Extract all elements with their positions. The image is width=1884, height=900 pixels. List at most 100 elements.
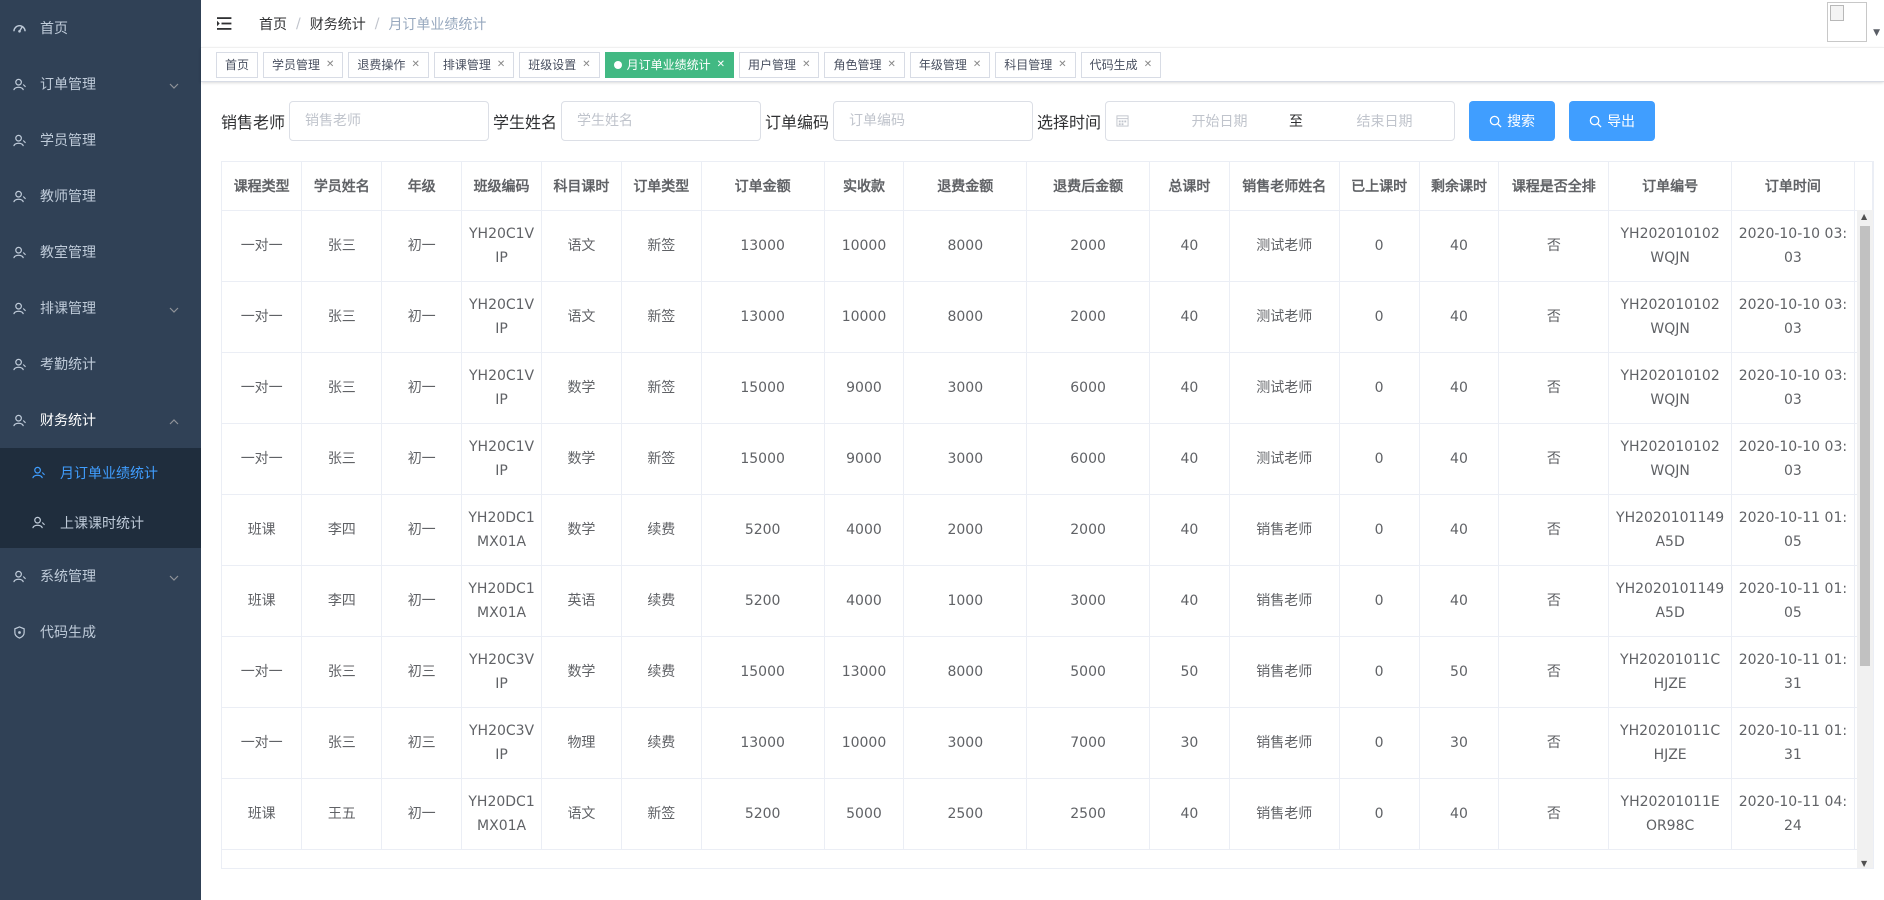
table-cell: 8000 [903, 281, 1028, 353]
close-icon[interactable]: ✕ [717, 53, 725, 77]
close-icon[interactable]: ✕ [887, 53, 895, 77]
table-cell: 2500 [903, 778, 1028, 850]
hamburger-icon[interactable] [217, 14, 237, 34]
sidebar-item-4[interactable]: 教室管理 [0, 224, 201, 280]
table-cell: 4000 [824, 565, 905, 637]
sidebar-item-7[interactable]: 财务统计 [0, 392, 201, 448]
table-cell: 40 [1149, 494, 1230, 566]
table-cell: YH20C3VIP [461, 707, 542, 779]
table-cell: YH20C1VIP [461, 423, 542, 495]
sidebar-item-6[interactable]: 考勤统计 [0, 336, 201, 392]
tag-7[interactable]: 角色管理 ✕ [824, 51, 905, 78]
table-scrollbar[interactable]: ▲ ▼ [1857, 210, 1873, 868]
breadcrumb-home[interactable]: 首页 [259, 14, 287, 34]
table-cell: 2020-10-11 01:31 [1731, 707, 1855, 779]
table-cell: 一对一 [222, 281, 303, 353]
tag-5[interactable]: 月订单业绩统计 ✕ [604, 51, 735, 78]
table-cell: 班课 [222, 778, 303, 850]
scrollbar-thumb[interactable] [1860, 226, 1870, 666]
table-cell: 测试老师 [1229, 210, 1340, 282]
tag-0[interactable]: 首页 [216, 51, 259, 78]
table-cell: 否 [1498, 352, 1610, 424]
table-cell: 9000 [824, 423, 905, 495]
table-cell: 否 [1498, 210, 1610, 282]
navbar: 首页 / 财务统计 / 月订单业绩统计 ▼ [201, 0, 1884, 48]
submenu-item-0[interactable]: 月订单业绩统计 [0, 448, 201, 498]
sidebar-item-2[interactable]: 学员管理 [0, 112, 201, 168]
table-row[interactable]: 一对一 张三 初一 YH20C1VIP 数学 新签 15000 9000 3000 6000 40 测… [222, 352, 1873, 424]
sales-teacher-label: 销售老师 [221, 113, 286, 132]
close-icon[interactable]: ✕ [973, 53, 981, 77]
table-cell: 否 [1498, 707, 1610, 779]
tag-8[interactable]: 年级管理 ✕ [909, 51, 991, 78]
table-cell: 初一 [381, 494, 463, 566]
sidebar-item-9[interactable]: 代码生成 [0, 604, 201, 660]
tag-10[interactable]: 代码生成 ✕ [1080, 51, 1162, 78]
sidebar-item-1[interactable]: 订单管理 [0, 56, 201, 112]
sidebar-item-5[interactable]: 排课管理 [0, 280, 201, 336]
date-range-picker[interactable]: 开始日期 至 结束日期 [1105, 101, 1456, 141]
column-header: 销售老师姓名 [1229, 162, 1340, 211]
breadcrumb: 首页 / 财务统计 / 月订单业绩统计 [259, 14, 486, 34]
breadcrumb-finance[interactable]: 财务统计 [310, 14, 366, 34]
table-row[interactable]: 班课 王五 初一 YH20DC1MX01A 语文 新签 5200 5000 2500 2500 40… [222, 778, 1873, 850]
close-icon[interactable]: ✕ [1058, 53, 1066, 77]
table-cell: 40 [1419, 423, 1500, 495]
table-cell: YH20201011CHJZE [1608, 707, 1732, 779]
order-performance-table: 课程类型 学员姓名 年级 班级编码 科目课时 订单类型 订单金额 实收款 退费金额 退费后金额 总课… [221, 161, 1874, 869]
tag-9[interactable]: 科目管理 ✕ [995, 51, 1076, 78]
caret-down-icon[interactable]: ▼ [1873, 28, 1880, 38]
table-row[interactable]: 一对一 张三 初一 YH20C1VIP 数学 新签 15000 9000 3000 6000 40 测… [222, 423, 1873, 495]
sidebar-item-0[interactable]: 首页 [0, 0, 201, 56]
submenu-item-1[interactable]: 上课课时统计 [0, 498, 201, 548]
tag-label: 年级管理 [918, 57, 967, 72]
table-cell: 新签 [621, 778, 702, 850]
table-row[interactable]: 班课 李四 初一 YH20DC1MX01A 英语 续费 5200 4000 1000 3000 40… [222, 565, 1873, 637]
tag-3[interactable]: 排课管理 ✕ [433, 51, 515, 78]
user-icon [12, 569, 26, 583]
table-cell: 0 [1339, 423, 1420, 495]
table-cell: 销售老师 [1229, 707, 1340, 779]
table-cell: 李四 [301, 494, 383, 566]
table-cell: 一对一 [222, 423, 303, 495]
user-menu[interactable]: ▼ [1827, 2, 1880, 42]
table-cell: 50 [1419, 636, 1500, 708]
tag-label: 首页 [225, 57, 250, 72]
table-row[interactable]: 班课 李四 初一 YH20DC1MX01A 数学 续费 5200 4000 2000 2000 40… [222, 494, 1873, 566]
table-cell: 0 [1339, 636, 1420, 708]
sidebar-item-3[interactable]: 教师管理 [0, 168, 201, 224]
sales-teacher-input[interactable] [289, 101, 490, 141]
close-icon[interactable]: ✕ [411, 53, 419, 77]
table-cell: 数学 [541, 494, 622, 566]
tag-1[interactable]: 学员管理 ✕ [263, 51, 344, 78]
tag-2[interactable]: 退费操作 ✕ [348, 51, 429, 78]
start-date-input[interactable]: 开始日期 [1160, 111, 1279, 131]
table-row[interactable]: 一对一 张三 初一 YH20C1VIP 语文 新签 13000 10000 8000 2000 40… [222, 210, 1873, 282]
end-date-input[interactable]: 结束日期 [1325, 111, 1444, 131]
close-icon[interactable]: ✕ [326, 53, 334, 77]
table-cell: 40 [1149, 565, 1230, 637]
avatar[interactable] [1827, 2, 1868, 42]
close-icon[interactable]: ✕ [497, 53, 505, 77]
tag-4[interactable]: 班级设置 ✕ [519, 51, 600, 78]
scroll-up-icon[interactable]: ▲ [1861, 212, 1867, 221]
search-button[interactable]: 搜索 [1469, 101, 1556, 141]
table-cell: 否 [1498, 636, 1610, 708]
tag-label: 用户管理 [748, 57, 797, 72]
close-icon[interactable]: ✕ [1144, 53, 1152, 77]
scroll-down-icon[interactable]: ▼ [1861, 859, 1867, 868]
table-row[interactable]: 一对一 张三 初一 YH20C1VIP 语文 新签 13000 10000 8000 2000 40… [222, 281, 1873, 353]
table-cell: 30 [1149, 707, 1230, 779]
table-row[interactable]: 一对一 张三 初三 YH20C3VIP 数学 续费 15000 13000 8000 5000 50… [222, 636, 1873, 708]
tag-6[interactable]: 用户管理 ✕ [739, 51, 820, 78]
order-code-input[interactable] [833, 101, 1034, 141]
close-icon[interactable]: ✕ [582, 53, 590, 77]
close-icon[interactable]: ✕ [802, 53, 810, 77]
sidebar-item-8[interactable]: 系统管理 [0, 548, 201, 604]
table-cell: 语文 [541, 210, 622, 282]
table-cell: YH20C1VIP [461, 352, 542, 424]
student-name-input[interactable] [561, 101, 762, 141]
table-row[interactable]: 一对一 张三 初三 YH20C3VIP 物理 续费 13000 10000 3000 7000 30… [222, 707, 1873, 779]
export-button[interactable]: 导出 [1569, 101, 1656, 141]
chevron-down-icon [169, 575, 179, 581]
